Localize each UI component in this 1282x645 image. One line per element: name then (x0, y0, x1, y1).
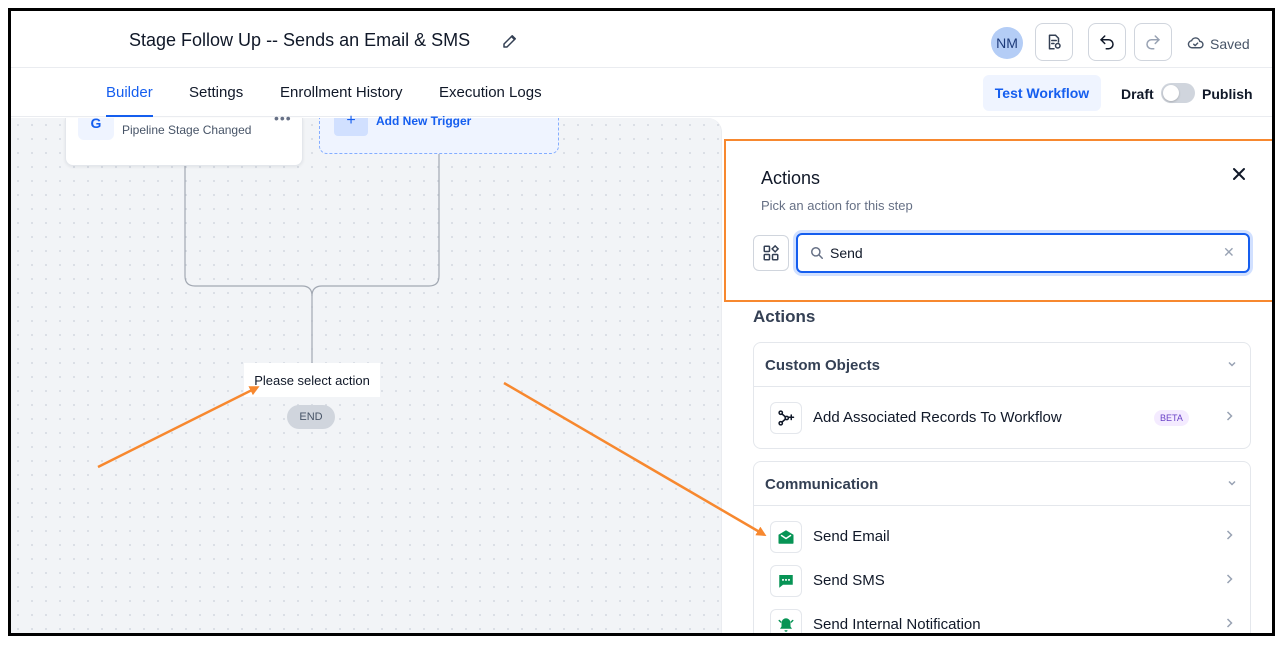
tab-bar: Builder Settings Enrollment History Exec… (11, 69, 1272, 117)
undo-icon (1100, 35, 1114, 50)
avatar[interactable]: NM (991, 27, 1023, 59)
action-item-label: Send Internal Notification (813, 616, 981, 633)
action-item-send-sms[interactable]: Send SMS (754, 559, 1250, 603)
trigger-label: Pipeline Stage Changed (122, 123, 252, 137)
beta-badge: BETA (1154, 410, 1189, 426)
redo-button[interactable] (1134, 23, 1172, 61)
close-icon[interactable] (1231, 166, 1247, 182)
publish-toggle[interactable] (1161, 83, 1195, 103)
end-node: END (287, 405, 335, 429)
pencil-icon[interactable] (501, 32, 519, 50)
action-item-label: Send SMS (813, 572, 885, 589)
category-view-button[interactable] (753, 235, 789, 271)
chevron-right-icon (1226, 411, 1233, 421)
cloud-check-icon (1187, 37, 1204, 49)
workflow-canvas[interactable]: G Pipeline Stage Changed ••• + Add New T… (11, 110, 722, 633)
grid-icon (763, 244, 780, 261)
action-item-send-internal-notification[interactable]: Send Internal Notification (754, 603, 1250, 633)
group-header[interactable]: Custom Objects (754, 343, 1250, 387)
action-search-input[interactable]: Send ✕ (796, 233, 1250, 273)
action-item-add-associated-records[interactable]: Add Associated Records To Workflow BETA (754, 396, 1250, 440)
add-trigger-label: Add New Trigger (376, 114, 472, 128)
action-item-label: Send Email (813, 528, 890, 545)
group-header[interactable]: Communication (754, 462, 1250, 506)
undo-button[interactable] (1088, 23, 1126, 61)
associated-records-icon (770, 402, 802, 434)
chevron-right-icon (1226, 618, 1233, 628)
chevron-right-icon (1226, 530, 1233, 540)
search-value: Send (830, 245, 863, 261)
group-title: Custom Objects (765, 357, 881, 374)
chevron-down-icon (1228, 480, 1236, 486)
chevron-down-icon (1228, 361, 1236, 367)
plus-icon: + (334, 113, 368, 136)
action-placeholder-node[interactable]: Please select action (244, 363, 380, 397)
group-custom-objects: Custom Objects Add Associated Records To… (753, 342, 1251, 449)
email-icon (770, 521, 802, 553)
tab-builder[interactable]: Builder (106, 84, 153, 117)
app-frame: Stage Follow Up -- Sends an Email & SMS … (8, 8, 1275, 636)
saved-label: Saved (1210, 35, 1250, 52)
header: Stage Follow Up -- Sends an Email & SMS … (11, 11, 1272, 68)
draft-label: Draft (1121, 86, 1154, 102)
save-status: Saved (1187, 35, 1250, 52)
search-icon (811, 247, 823, 259)
trigger-card[interactable]: G Pipeline Stage Changed ••• (65, 110, 303, 166)
tab-settings[interactable]: Settings (189, 84, 243, 101)
actions-panel: Actions Pick an action for this step Sen… (723, 118, 1272, 633)
notes-button[interactable] (1035, 23, 1073, 61)
bell-icon (770, 609, 802, 633)
publish-label: Publish (1202, 86, 1253, 102)
tab-enrollment-history[interactable]: Enrollment History (280, 84, 403, 101)
trigger-icon: G (78, 116, 114, 140)
actions-section-heading: Actions (753, 307, 816, 326)
document-check-icon (1048, 34, 1061, 50)
group-communication: Communication Send Email Send SMS Send I… (753, 461, 1251, 633)
action-item-label: Add Associated Records To Workflow (813, 409, 1062, 426)
chevron-right-icon (1226, 574, 1233, 584)
more-options-icon[interactable]: ••• (274, 110, 292, 126)
panel-title: Actions (761, 168, 821, 188)
panel-subtitle: Pick an action for this step (761, 198, 913, 213)
tab-execution-logs[interactable]: Execution Logs (439, 84, 542, 101)
redo-icon (1146, 35, 1160, 50)
group-title: Communication (765, 476, 879, 493)
action-item-send-email[interactable]: Send Email (754, 515, 1250, 559)
sms-icon (770, 565, 802, 597)
workflow-title: Stage Follow Up -- Sends an Email & SMS (129, 30, 471, 50)
clear-search-icon[interactable]: ✕ (1223, 244, 1235, 261)
test-workflow-button[interactable]: Test Workflow (983, 75, 1101, 111)
add-trigger-card[interactable]: + Add New Trigger (319, 113, 559, 154)
